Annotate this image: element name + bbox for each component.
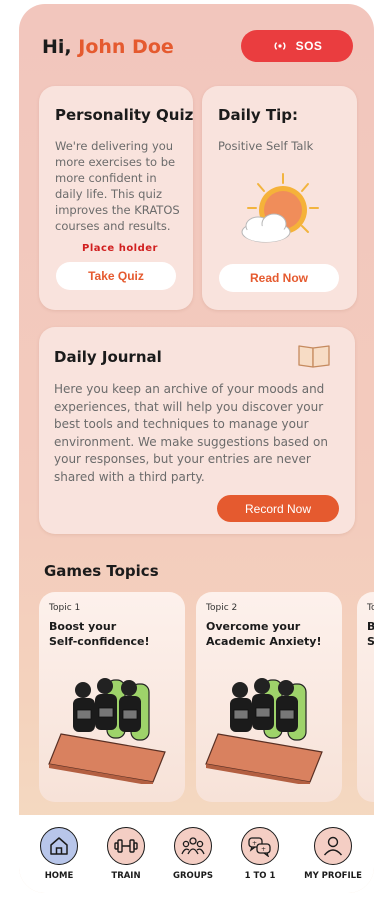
- students-gaming-illustration: [205, 678, 323, 784]
- topic-card[interactable]: To B S: [357, 592, 374, 802]
- svg-text:+: +: [261, 846, 266, 853]
- topic-title-line: Boost your: [49, 620, 117, 633]
- take-quiz-button[interactable]: Take Quiz: [56, 262, 176, 290]
- nav-item-groups[interactable]: GROUPS: [159, 827, 227, 889]
- nav-item-my-profile[interactable]: MY PROFILE: [299, 827, 367, 889]
- topic-title-line: B: [367, 620, 374, 633]
- nav-label: TRAIN: [111, 871, 141, 881]
- nav-icon-circle: [107, 827, 145, 865]
- nav-icon-circle: [40, 827, 78, 865]
- quiz-card: Personality Quiz We're delivering you mo…: [39, 86, 193, 310]
- topic-title-line: Academic Anxiety!: [206, 635, 322, 648]
- nav-label: MY PROFILE: [304, 871, 362, 881]
- dumbbell-icon: [114, 839, 138, 853]
- profile-icon: [323, 836, 343, 856]
- journal-title: Daily Journal: [54, 348, 162, 366]
- read-now-button[interactable]: Read Now: [219, 264, 339, 292]
- topic-title-line: Overcome your: [206, 620, 301, 633]
- quiz-description: We're delivering you more exercises to b…: [55, 139, 180, 233]
- topic-card[interactable]: Topic 2 Overcome your Academic Anxiety!: [196, 592, 342, 802]
- nav-item-1to1[interactable]: + + 1 TO 1: [226, 827, 294, 889]
- tip-title: Daily Tip:: [218, 106, 298, 124]
- daily-tip-card: Daily Tip: Positive Self Talk Read Now: [202, 86, 357, 310]
- record-now-button[interactable]: Record Now: [217, 495, 339, 522]
- nav-icon-circle: + +: [241, 827, 279, 865]
- sun-cloud-illustration: [241, 173, 319, 243]
- quiz-placeholder: Place holder: [82, 243, 158, 254]
- greeting-prefix: Hi,: [42, 36, 72, 58]
- topic-title: Boost your Self-confidence!: [49, 619, 150, 649]
- topic-title-line: Self-confidence!: [49, 635, 150, 648]
- bottom-nav: HOME TRAIN GROUPS + + 1 TO 1 MY PROFILE: [19, 815, 374, 893]
- sos-button[interactable]: SOS: [241, 30, 353, 62]
- nav-label: 1 TO 1: [244, 871, 276, 881]
- games-section-title: Games Topics: [44, 562, 159, 580]
- home-icon: [50, 837, 68, 855]
- groups-icon: [181, 837, 205, 855]
- nav-item-train[interactable]: TRAIN: [92, 827, 160, 889]
- greeting: Hi, John Doe: [42, 36, 174, 58]
- topic-title: Overcome your Academic Anxiety!: [206, 619, 322, 649]
- app-screen: Hi, John Doe SOS Personality Quiz We're …: [19, 4, 374, 893]
- students-gaming-illustration: [48, 678, 166, 784]
- journal-description: Here you keep an archive of your moods a…: [54, 382, 328, 484]
- topic-number: Topic 2: [206, 603, 238, 613]
- journal-card: Daily Journal Here you keep an archive o…: [39, 327, 355, 534]
- svg-text:+: +: [252, 840, 257, 847]
- book-icon: [298, 345, 330, 368]
- topic-card[interactable]: Topic 1 Boost your Self-confidence!: [39, 592, 185, 802]
- nav-item-home[interactable]: HOME: [25, 827, 93, 889]
- nav-icon-circle: [314, 827, 352, 865]
- topic-number: To: [367, 603, 374, 613]
- nav-label: HOME: [44, 871, 74, 881]
- sos-label: SOS: [295, 39, 323, 53]
- nav-label: GROUPS: [172, 871, 213, 881]
- tip-text: Positive Self Talk: [218, 139, 314, 153]
- nav-icon-circle: [174, 827, 212, 865]
- quiz-title: Personality Quiz: [55, 106, 194, 124]
- broadcast-icon: [274, 42, 286, 50]
- topic-number: Topic 1: [49, 603, 81, 613]
- topic-title-line: S: [367, 635, 374, 648]
- chat-icon: + +: [248, 837, 271, 857]
- user-name: John Doe: [78, 36, 174, 58]
- topic-title: B S: [367, 619, 374, 649]
